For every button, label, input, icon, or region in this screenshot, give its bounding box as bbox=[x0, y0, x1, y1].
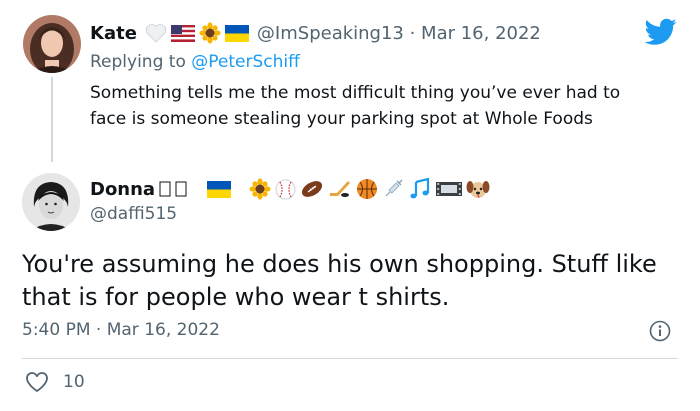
name-emojis bbox=[159, 178, 490, 200]
reply-text: Something tells me the most difficult th… bbox=[90, 83, 621, 129]
like-count: 10 bbox=[63, 372, 85, 392]
football-icon bbox=[302, 181, 323, 197]
replying-prefix: Replying to bbox=[90, 52, 186, 72]
sunflower-icon bbox=[249, 178, 271, 200]
ukraine-flag-icon bbox=[207, 180, 232, 198]
tweet-text: You're assuming he does his own shopping… bbox=[22, 250, 657, 311]
author-name[interactable]: Kate bbox=[90, 23, 137, 44]
handle-and-date[interactable]: @ImSpeaking13 · Mar 16, 2022 bbox=[257, 23, 541, 44]
missing-glyph-icon bbox=[159, 181, 171, 197]
tweet-card: Kate @ImSpeaking13 · Mar 16, 2022 Replyi… bbox=[0, 0, 700, 411]
replying-to: Replying to @PeterSchiff bbox=[90, 52, 300, 72]
avatar[interactable] bbox=[23, 15, 81, 73]
mention-link[interactable]: @PeterSchiff bbox=[191, 52, 300, 72]
thread-line bbox=[51, 77, 53, 162]
avatar-photo bbox=[22, 173, 80, 231]
like-button[interactable]: 10 bbox=[25, 371, 85, 393]
heart-icon[interactable] bbox=[25, 371, 49, 393]
info-icon[interactable] bbox=[649, 320, 671, 342]
sunflower-icon bbox=[199, 22, 221, 44]
tweet-timestamp[interactable]: 5:40 PM · Mar 16, 2022 bbox=[22, 320, 220, 340]
ukraine-flag-icon bbox=[224, 24, 249, 42]
avatar-photo bbox=[23, 15, 81, 73]
author-handle[interactable]: @daffi515 bbox=[90, 204, 177, 224]
name-emojis bbox=[145, 22, 249, 44]
twitter-bird-icon[interactable] bbox=[645, 18, 677, 46]
syringe-icon bbox=[385, 179, 403, 197]
reply-header: Kate @ImSpeaking13 · Mar 16, 2022 bbox=[90, 20, 541, 46]
basketball-icon bbox=[357, 179, 378, 199]
hockey-icon bbox=[330, 181, 351, 197]
tweet-header: Donna bbox=[90, 177, 490, 201]
dog-face-icon bbox=[466, 181, 490, 198]
baseball-icon bbox=[275, 179, 296, 199]
music-notes-icon bbox=[410, 178, 430, 199]
white-heart-icon bbox=[145, 24, 167, 43]
avatar[interactable] bbox=[22, 173, 80, 231]
missing-glyph-icon bbox=[175, 181, 187, 197]
film-icon bbox=[436, 182, 463, 196]
divider bbox=[22, 358, 678, 359]
us-flag-icon bbox=[170, 24, 195, 42]
author-name[interactable]: Donna bbox=[90, 179, 155, 200]
